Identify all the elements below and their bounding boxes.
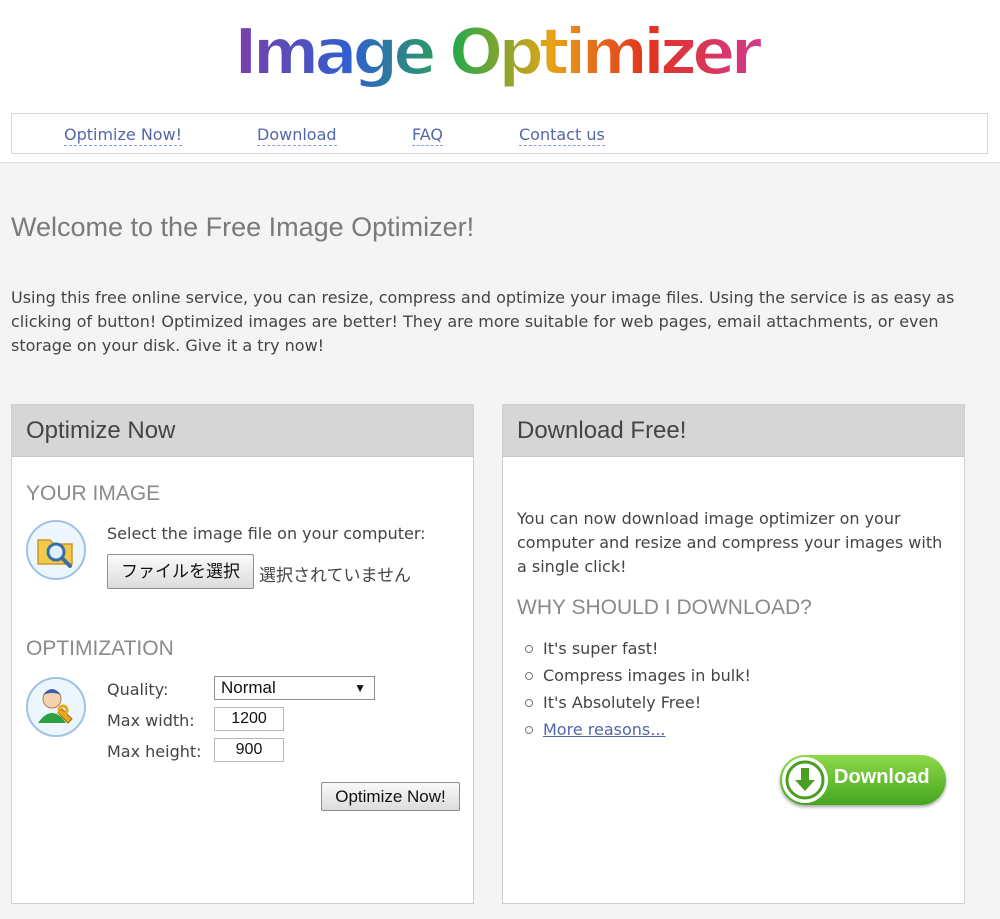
nav-contact-us[interactable]: Contact us xyxy=(519,125,605,146)
quality-selected-value: Normal xyxy=(221,678,276,697)
list-item: Compress images in bulk! xyxy=(525,662,751,689)
file-prompt: Select the image file on your computer: xyxy=(107,524,426,543)
file-status: 選択されていません xyxy=(259,566,411,586)
down-arrow-icon xyxy=(782,757,828,803)
quality-label: Quality: xyxy=(107,680,169,699)
page-title: Welcome to the Free Image Optimizer! xyxy=(11,212,475,242)
site-header: Image Optimizer Optimize Now! Download F… xyxy=(0,0,1000,163)
download-button[interactable]: Download xyxy=(780,755,946,805)
folder-search-icon xyxy=(26,520,86,580)
list-item-more: More reasons... xyxy=(525,716,751,743)
nav-optimize-now[interactable]: Optimize Now! xyxy=(64,125,183,146)
download-panel: Download Free! You can now download imag… xyxy=(502,404,965,904)
max-height-input[interactable]: 900 xyxy=(214,738,284,762)
optimization-heading: OPTIMIZATION xyxy=(26,637,174,660)
max-height-label: Max height: xyxy=(107,742,202,761)
optimize-panel: Optimize Now YOUR IMAGE Select the image… xyxy=(11,404,474,904)
max-width-input[interactable]: 1200 xyxy=(214,707,284,731)
download-button-label: Download xyxy=(834,766,930,788)
choose-file-button[interactable]: ファイルを選択 xyxy=(107,554,254,589)
reasons-list: It's super fast! Compress images in bulk… xyxy=(517,635,751,743)
download-panel-title: Download Free! xyxy=(503,405,964,457)
max-width-label: Max width: xyxy=(107,711,195,730)
site-logo[interactable]: Image Optimizer xyxy=(230,8,770,98)
logo-wordmark: Image Optimizer xyxy=(233,15,763,91)
why-download-heading: WHY SHOULD I DOWNLOAD? xyxy=(517,596,812,619)
download-description: You can now download image optimizer on … xyxy=(517,509,943,576)
more-reasons-link[interactable]: More reasons... xyxy=(543,720,665,739)
list-item: It's Absolutely Free! xyxy=(525,689,751,716)
your-image-heading: YOUR IMAGE xyxy=(26,482,161,505)
dropdown-arrow-icon: ▼ xyxy=(354,681,366,695)
quality-select[interactable]: Normal ▼ xyxy=(214,676,375,700)
intro-text: Using this free online service, you can … xyxy=(11,288,955,355)
user-settings-icon xyxy=(26,677,86,737)
optimize-now-button[interactable]: Optimize Now! xyxy=(321,782,460,811)
nav-download[interactable]: Download xyxy=(257,125,337,146)
logo-text: Image Optimizer xyxy=(234,16,762,90)
list-item: It's super fast! xyxy=(525,635,751,662)
optimize-panel-title: Optimize Now xyxy=(12,405,473,457)
main-nav: Optimize Now! Download FAQ Contact us xyxy=(11,113,988,154)
nav-faq[interactable]: FAQ xyxy=(412,125,443,146)
